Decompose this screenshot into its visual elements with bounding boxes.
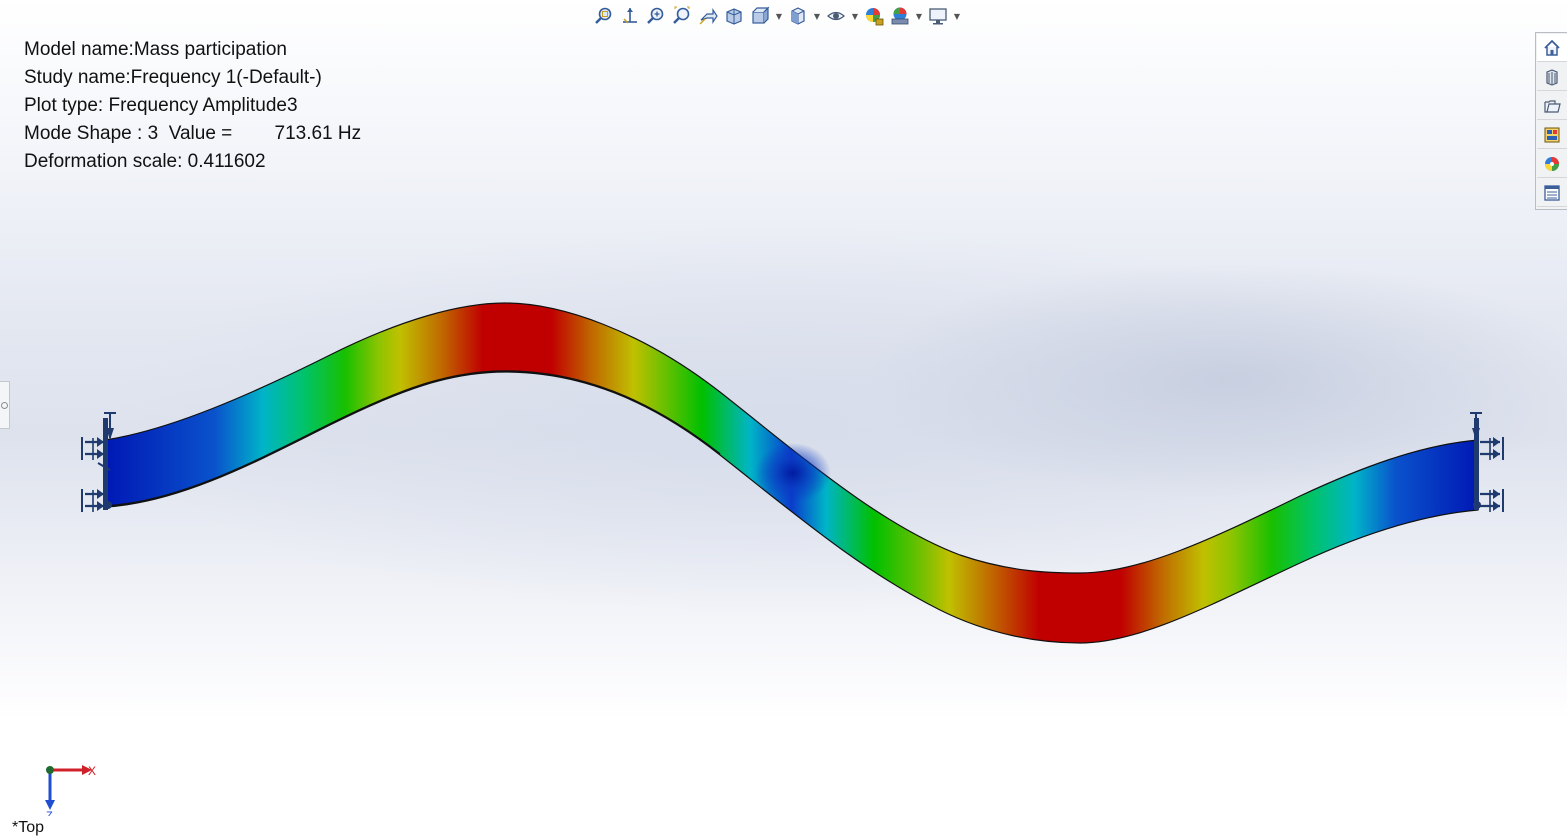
appearances-icon[interactable] <box>1537 150 1567 178</box>
file-explorer-icon[interactable] <box>1537 92 1567 120</box>
task-pane-tabs <box>1535 32 1567 210</box>
home-icon[interactable] <box>1537 34 1567 62</box>
mode-shape-plot <box>81 302 1504 644</box>
triad-z-label: Z <box>46 810 53 816</box>
reference-triad: X Z <box>45 764 96 816</box>
graphics-viewport[interactable]: Model name:Mass participation Study name… <box>0 0 1567 839</box>
triad-x-label: X <box>88 764 96 778</box>
custom-properties-icon[interactable] <box>1537 179 1567 207</box>
design-library-icon[interactable] <box>1537 63 1567 91</box>
feature-manager-collapse-handle[interactable] <box>0 381 10 429</box>
node-point-marker <box>755 443 831 503</box>
right-fixture-icon[interactable] <box>1470 412 1504 512</box>
view-orientation-label: *Top <box>12 819 45 836</box>
view-palette-icon[interactable] <box>1537 121 1567 149</box>
